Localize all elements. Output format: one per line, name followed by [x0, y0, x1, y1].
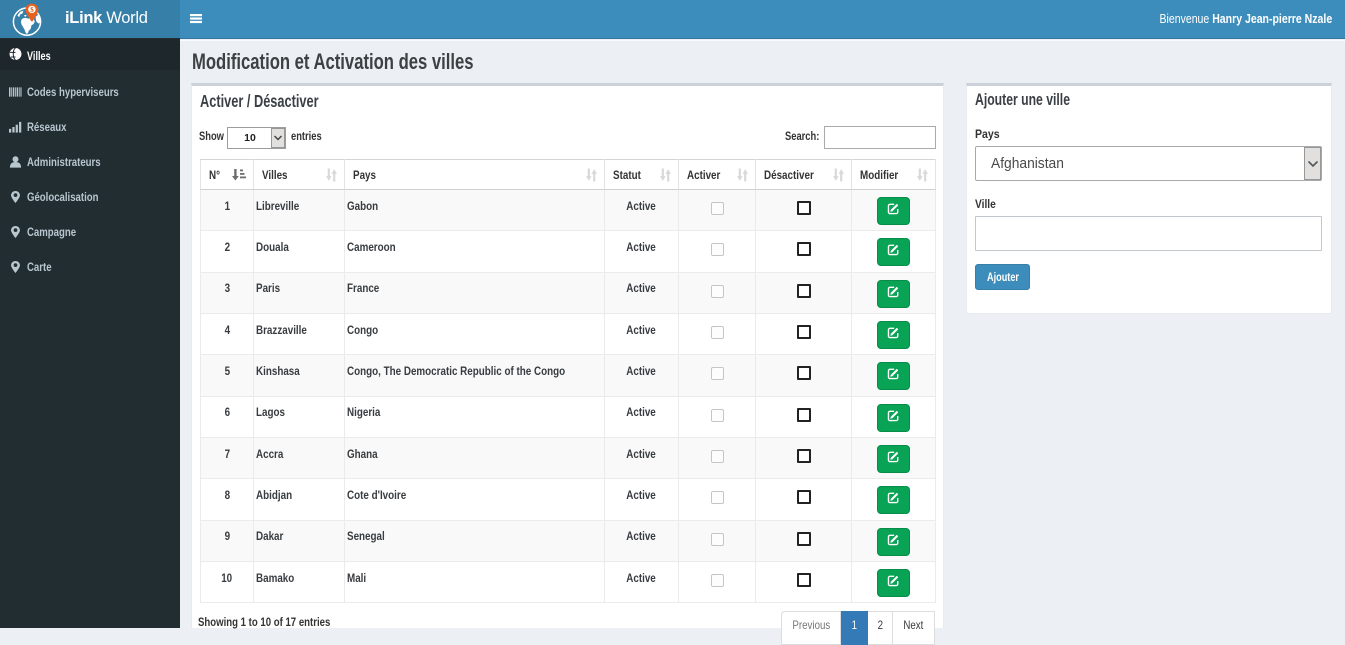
svg-text:$: $: [30, 7, 34, 14]
